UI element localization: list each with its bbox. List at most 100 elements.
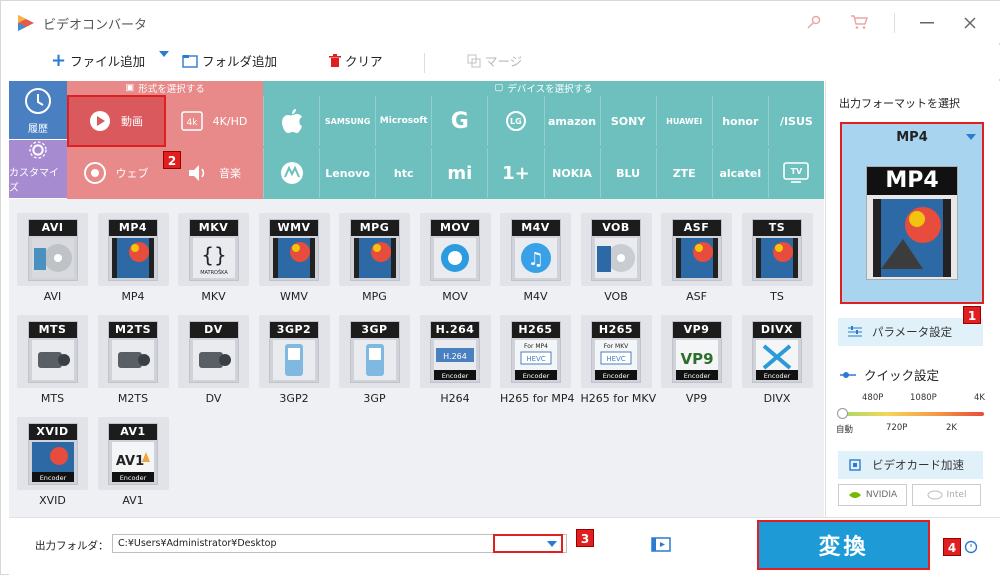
toolbar: + ファイル追加 フォルダ追加 クリア マージ [1,45,1000,79]
app-title: ビデオコンバータ [43,18,148,33]
output-folder-dropdown[interactable] [493,534,563,553]
highlight-video-category [67,95,166,147]
cart-icon[interactable] [846,9,872,35]
format-mov[interactable]: MOV MOV [419,213,491,313]
chip-icon [849,459,861,471]
device-sony[interactable]: SONY [599,96,656,146]
format-dv[interactable]: DV DV [178,315,249,415]
format-mkv-icon: MKV{} MATROŠKA [178,213,249,286]
output-format-selector[interactable]: MP4 MP4 [840,122,984,304]
device-huawei[interactable]: HUAWEI [655,96,712,146]
merge-button[interactable]: マージ [467,51,522,70]
device-honor[interactable]: honor [711,96,768,146]
minimize-button[interactable] [913,9,941,37]
quality-label-720p: 720P [886,423,908,433]
device-samsung-label: SAMSUNG [324,116,371,126]
quality-slider-handle[interactable] [837,408,848,419]
format-m2ts[interactable]: M2TS M2TS [97,315,169,415]
format-wmv-label: WMV [280,290,308,303]
format-vp9[interactable]: VP9 VP9 Encoder VP9 [661,315,732,415]
gpu-acceleration-button[interactable]: ビデオカード加速 [838,451,983,479]
intel-toggle[interactable]: Intel [912,484,981,506]
format-av1-label: AV1 [122,494,144,507]
device-samsung[interactable]: SAMSUNG [319,96,375,146]
category-4k-hd[interactable]: 4k 4K/HD [165,96,263,146]
format-h265-for-mkv[interactable]: H265 For MKV HEVC Encoder H265 for MKV [580,315,656,415]
quality-slider[interactable]: 480P 1080P 4K 自動 720P 2K [826,393,1000,435]
svg-text:Encoder: Encoder [764,372,791,380]
format-h265-for-mkv-icon: H265 For MKV HEVC Encoder [580,315,652,388]
device-amazon[interactable]: amazon [543,96,600,146]
device-alcatel[interactable]: alcatel [711,148,768,198]
gear-icon [29,141,47,159]
device-lenovo[interactable]: Lenovo [319,148,375,198]
device-lg[interactable]: LG [487,96,543,146]
device-xiaomi[interactable]: mi [431,148,487,198]
device-apple[interactable] [263,96,319,146]
svg-text:H.264: H.264 [443,352,467,361]
device-google[interactable]: G [431,96,487,146]
format-h264[interactable]: H.264 H.264 Encoder H264 [419,315,491,415]
history-button[interactable]: 履歴 [9,81,67,139]
alarm-icon[interactable] [964,538,978,557]
svg-text:Encoder: Encoder [683,372,710,380]
format-mov-label: MOV [442,290,468,303]
format-m4v[interactable]: M4V ♫ M4V [500,213,571,313]
format-asf[interactable]: ASF ASF [661,213,732,313]
device-asus[interactable]: /ISUS [767,96,824,146]
format-vp9-label: VP9 [685,392,708,405]
device-category-panel: ▢ デバイスを選択する SAMSUNG Microsoft G LG amazon SONY… [263,81,824,199]
step-badge-2: 2 [163,151,181,169]
nvidia-toggle[interactable]: NVIDIA [838,484,907,506]
format-ts[interactable]: TS TS [741,213,813,313]
open-folder-button[interactable] [651,536,671,555]
category-web[interactable]: ウェブ [67,148,165,198]
device-nokia[interactable]: NOKIA [543,148,600,198]
svg-text:♫: ♫ [527,249,543,270]
device-blu[interactable]: BLU [599,148,656,198]
device-oneplus[interactable]: 1+ [487,148,543,198]
category-web-label: ウェブ [115,167,149,180]
add-folder-button[interactable]: フォルダ追加 [182,51,277,70]
select-icon: ▣ [125,82,135,93]
convert-button[interactable]: 変換 [757,520,930,570]
format-3gp2[interactable]: 3GP2 3GP2 [258,315,330,415]
format-vob[interactable]: VOB VOB [580,213,652,313]
device-htc[interactable]: htc [375,148,431,198]
customize-button[interactable]: カスタマイズ [9,140,67,198]
format-wmv[interactable]: WMV WMV [258,213,330,313]
format-av1[interactable]: AV1 AV1 Encoder AV1 [97,417,169,517]
format-mpg-label: MPG [362,290,387,303]
format-mkv[interactable]: MKV{} MATROŠKA MKV [178,213,249,313]
output-format-label: 出力フォーマットを選択 [839,97,960,110]
format-divx[interactable]: DIVX Encoder DIVX [741,315,813,415]
format-avi[interactable]: AVI AVI [17,213,88,313]
quick-settings-label: クイック設定 [840,365,939,384]
format-mts[interactable]: MTS MTS [17,315,88,415]
format-mpg[interactable]: MPG MPG [339,213,410,313]
format-3gp2-icon: 3GP2 [258,315,330,388]
format-h265-for-mp4[interactable]: H265 For MP4 HEVC Encoder H265 for MP4 [500,315,575,415]
format-3gp2-label: 3GP2 [279,392,309,405]
format-mp4[interactable]: MP4 MP4 [97,213,169,313]
device-sony-label: SONY [610,114,646,128]
format-mov-icon: MOV [419,213,491,286]
svg-text:For MKV: For MKV [604,343,629,350]
sliders-icon [848,326,862,337]
close-button[interactable] [956,9,984,37]
device-microsoft[interactable]: Microsoft [375,96,431,146]
format-3gp[interactable]: 3GP 3GP [339,315,410,415]
key-icon[interactable] [801,9,827,35]
speaker-icon [189,165,205,181]
device-tv[interactable]: TV [767,148,824,198]
add-file-dropdown[interactable] [159,51,169,57]
device-motorola[interactable] [263,148,319,198]
format-xvid[interactable]: XVID Encoder XVID [17,417,88,517]
format-xvid-label: XVID [39,494,66,507]
clear-button[interactable]: クリア [329,51,383,70]
parameter-settings-button[interactable]: パラメータ設定 [838,318,983,346]
quality-label-2k: 2K [946,423,957,433]
add-file-button[interactable]: + ファイル追加 [51,51,145,70]
device-asus-label: /ISUS [779,114,813,128]
device-zte[interactable]: ZTE [655,148,712,198]
